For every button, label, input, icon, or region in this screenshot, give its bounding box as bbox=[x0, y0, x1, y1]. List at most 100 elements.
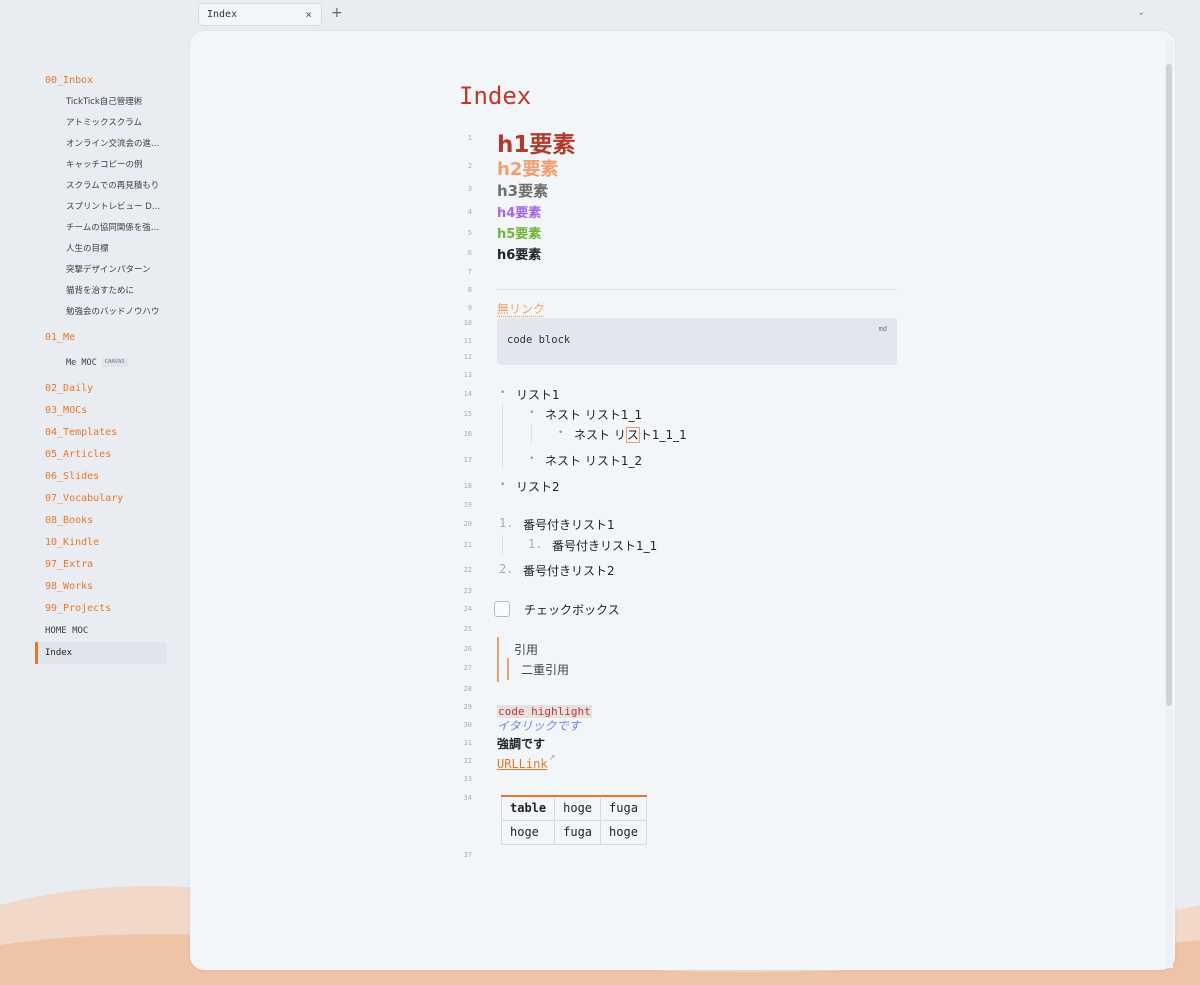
table-row: hoge fuga hoge bbox=[500, 819, 647, 845]
unresolved-link[interactable]: 無リンク bbox=[497, 300, 545, 317]
nested-blockquote-bar bbox=[507, 658, 509, 680]
file-item[interactable]: チームの協同関係を強… bbox=[35, 218, 175, 239]
file-item[interactable]: アトミックスクラム bbox=[35, 113, 175, 134]
line-number: 21 bbox=[463, 541, 472, 549]
heading-5[interactable]: h5要素 bbox=[497, 223, 541, 242]
folder-97-extra[interactable]: 97_Extra bbox=[35, 554, 175, 576]
file-item[interactable]: 突撃デザインパターン bbox=[35, 260, 175, 281]
line-number: 10 bbox=[463, 319, 472, 327]
line-number: 32 bbox=[463, 757, 472, 765]
folder-07-vocabulary[interactable]: 07_Vocabulary bbox=[35, 488, 175, 510]
line-number: 12 bbox=[463, 353, 472, 361]
heading-4[interactable]: h4要素 bbox=[497, 202, 541, 221]
file-item-index-active[interactable]: Index bbox=[35, 642, 167, 664]
folder-10-kindle[interactable]: 10_Kindle bbox=[35, 532, 175, 554]
external-link[interactable]: URLLink bbox=[497, 757, 548, 771]
file-item[interactable]: キャッチコピーの例 bbox=[35, 155, 175, 176]
table-cell[interactable]: fuga bbox=[600, 796, 647, 821]
heading-2[interactable]: h2要素 bbox=[497, 155, 558, 181]
table-cell[interactable]: fuga bbox=[554, 819, 602, 845]
file-item-me-moc[interactable]: Me MOC CANVAS bbox=[35, 353, 175, 374]
folder-98-works[interactable]: 98_Works bbox=[35, 576, 175, 598]
line-number: 4 bbox=[467, 208, 472, 216]
ordered-list-item[interactable]: 番号付きリスト1 bbox=[523, 516, 615, 533]
list-item[interactable]: ネスト リスト1_1 bbox=[545, 406, 642, 423]
file-item[interactable]: 人生の目標 bbox=[35, 239, 175, 260]
list-item[interactable]: ネスト リスト1_1_1 bbox=[574, 426, 687, 443]
line-number: 34 bbox=[463, 794, 472, 802]
line-number: 7 bbox=[467, 268, 472, 276]
task-checkbox[interactable] bbox=[494, 601, 510, 617]
file-item[interactable]: 勉強会のバッドノウハウ bbox=[35, 302, 175, 323]
bold-text[interactable]: 強調です bbox=[497, 735, 545, 752]
table-cell[interactable]: hoge bbox=[500, 819, 556, 845]
table-cell[interactable]: table bbox=[500, 796, 556, 821]
folder-08-books[interactable]: 08_Books bbox=[35, 510, 175, 532]
list-item[interactable]: リスト2 bbox=[516, 478, 560, 495]
ordered-list-item[interactable]: 番号付きリスト1_1 bbox=[552, 537, 657, 554]
line-number: 25 bbox=[463, 625, 472, 633]
code-block[interactable]: code block md bbox=[497, 318, 897, 365]
list-item[interactable]: ネスト リスト1_2 bbox=[545, 452, 642, 469]
line-number: 6 bbox=[467, 249, 472, 257]
task-item-label[interactable]: チェックボックス bbox=[524, 601, 620, 618]
line-number: 15 bbox=[463, 410, 472, 418]
bullet-icon: • bbox=[558, 428, 564, 438]
markdown-table[interactable]: table hoge fuga hoge fuga hoge bbox=[500, 795, 647, 845]
folder-00-inbox[interactable]: 00_Inbox bbox=[35, 70, 175, 92]
tab-close-icon[interactable]: × bbox=[305, 8, 312, 21]
file-item[interactable]: オンライン交流会の進… bbox=[35, 134, 175, 155]
line-number: 37 bbox=[463, 851, 472, 859]
file-item-home-moc[interactable]: HOME MOC bbox=[35, 620, 175, 642]
folder-02-daily[interactable]: 02_Daily bbox=[35, 378, 175, 400]
ordered-list-number: 1. bbox=[499, 516, 514, 530]
ordered-list-item[interactable]: 番号付きリスト2 bbox=[523, 562, 615, 579]
tab-index[interactable]: Index × bbox=[198, 3, 322, 26]
line-number: 2 bbox=[467, 162, 472, 170]
line-number: 26 bbox=[463, 645, 472, 653]
folder-04-templates[interactable]: 04_Templates bbox=[35, 422, 175, 444]
heading-1[interactable]: h1要素 bbox=[497, 125, 575, 159]
list-indent-guide bbox=[502, 535, 503, 555]
line-number: 11 bbox=[463, 337, 472, 345]
scrollbar-thumb[interactable] bbox=[1166, 64, 1172, 706]
ordered-list-number: 1. bbox=[528, 537, 543, 551]
table-cell[interactable]: hoge bbox=[600, 819, 647, 845]
file-label: Me MOC bbox=[66, 358, 97, 368]
bullet-icon: • bbox=[529, 408, 535, 418]
italic-text[interactable]: イタリックです bbox=[497, 717, 581, 734]
text-cursor-selection: ス bbox=[625, 427, 640, 443]
list-item-text: ネスト リ bbox=[574, 428, 626, 442]
folder-01-me[interactable]: 01_Me bbox=[35, 327, 175, 349]
folder-99-projects[interactable]: 99_Projects bbox=[35, 598, 175, 620]
folder-06-slides[interactable]: 06_Slides bbox=[35, 466, 175, 488]
table-cell[interactable]: hoge bbox=[554, 796, 602, 821]
heading-3[interactable]: h3要素 bbox=[497, 180, 548, 201]
code-language-label: md bbox=[878, 325, 887, 333]
line-number: 14 bbox=[463, 390, 472, 398]
line-number: 31 bbox=[463, 739, 472, 747]
line-number: 18 bbox=[463, 482, 472, 490]
file-item[interactable]: スプリントレビュー D… bbox=[35, 197, 175, 218]
external-link-icon: ↗ bbox=[548, 753, 556, 762]
line-number: 27 bbox=[463, 664, 472, 672]
url-link-line: URLLink↗ bbox=[497, 753, 555, 772]
folder-03-mocs[interactable]: 03_MOCs bbox=[35, 400, 175, 422]
heading-6[interactable]: h6要素 bbox=[497, 244, 541, 263]
line-number: 5 bbox=[467, 229, 472, 237]
new-tab-icon[interactable]: + bbox=[331, 5, 343, 21]
file-item[interactable]: スクラムでの再見積もり bbox=[35, 176, 175, 197]
file-explorer: 00_Inbox TickTick自己管理術 アトミックスクラム オンライン交流… bbox=[35, 70, 175, 664]
line-number: 33 bbox=[463, 775, 472, 783]
page-title[interactable]: Index bbox=[459, 82, 531, 110]
line-number: 19 bbox=[463, 501, 472, 509]
folder-05-articles[interactable]: 05_Articles bbox=[35, 444, 175, 466]
line-number: 23 bbox=[463, 587, 472, 595]
nested-blockquote-text[interactable]: 二重引用 bbox=[521, 661, 569, 678]
file-item[interactable]: 猫背を治すために bbox=[35, 281, 175, 302]
tab-list-chevron-down-icon[interactable]: ⌄ bbox=[1137, 7, 1145, 18]
editor-pane bbox=[190, 31, 1175, 970]
file-item[interactable]: TickTick自己管理術 bbox=[35, 92, 175, 113]
blockquote-text[interactable]: 引用 bbox=[514, 641, 538, 658]
list-item[interactable]: リスト1 bbox=[516, 386, 560, 403]
